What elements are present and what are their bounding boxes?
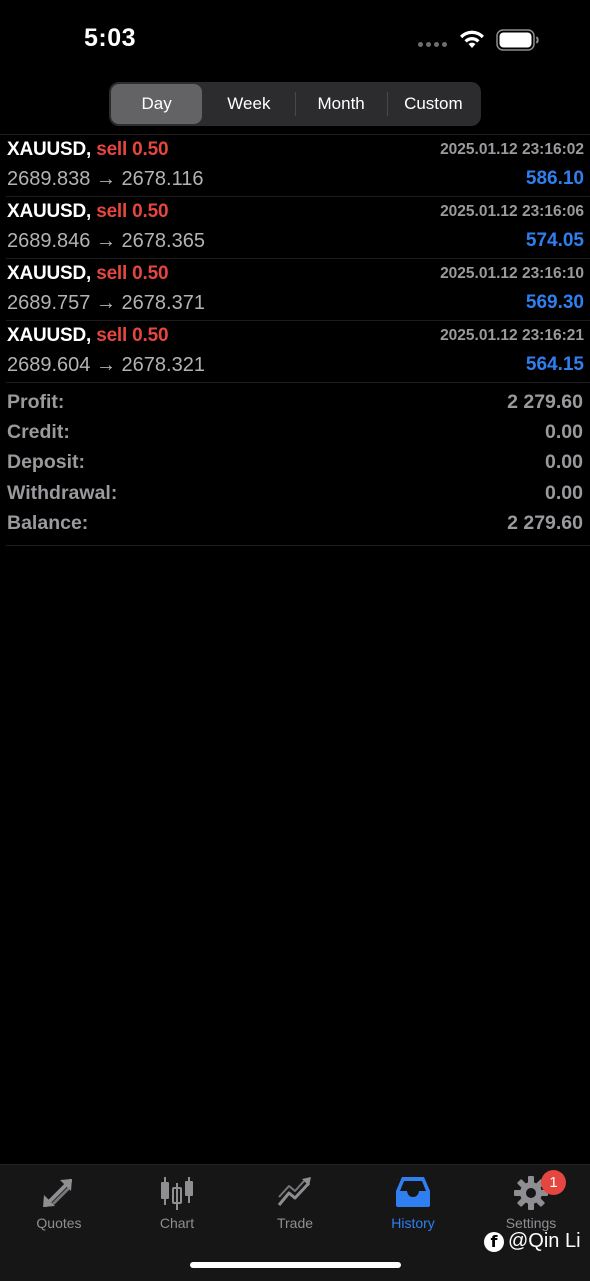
deal-prices: 2689.757 → 2678.371: [7, 292, 205, 315]
summary-row-balance: Balance: 2 279.60: [6, 510, 584, 540]
summary-value: 2 279.60: [507, 511, 583, 534]
battery-icon: [496, 29, 539, 51]
deal-side-volume: sell 0.50: [96, 263, 169, 284]
tab-trade[interactable]: Trade: [236, 1165, 354, 1245]
deal-prices: 2689.846 → 2678.365: [7, 230, 205, 253]
deal-symbol: XAUUSD,: [7, 201, 92, 222]
tab-chart[interactable]: Chart: [118, 1165, 236, 1245]
status-bar: 5:03: [0, 0, 590, 80]
settings-notification-badge: 1: [541, 1170, 566, 1195]
arrow-right-icon: →: [95, 292, 116, 314]
summary-label: Credit:: [7, 421, 70, 444]
arrow-right-icon: →: [95, 168, 116, 190]
tab-label: Trade: [276, 1215, 314, 1231]
deal-title: XAUUSD, sell 0.50: [7, 139, 169, 161]
deal-symbol: XAUUSD,: [7, 325, 92, 346]
quotes-arrows-icon: [43, 1179, 72, 1207]
deal-symbol: XAUUSD,: [7, 263, 92, 284]
summary-label: Balance:: [7, 511, 89, 534]
summary-value: 0.00: [545, 481, 583, 504]
history-inbox-icon: [396, 1177, 430, 1207]
facebook-icon: f: [484, 1231, 504, 1252]
deal-prices: 2689.604 → 2678.321: [7, 354, 205, 377]
deal-symbol: XAUUSD,: [7, 139, 92, 160]
deal-open-price: 2689.846: [7, 230, 91, 252]
arrow-right-icon: →: [95, 354, 116, 376]
tab-quotes[interactable]: Quotes: [0, 1165, 118, 1245]
tab-label: Chart: [159, 1215, 195, 1231]
deal-prices: 2689.838 → 2678.116: [7, 168, 203, 191]
watermark: f @Qin Li: [484, 1230, 581, 1253]
deal-row[interactable]: XAUUSD, sell 0.50 2025.01.12 23:16:06 26…: [6, 197, 590, 259]
segment-month[interactable]: Month: [296, 84, 387, 124]
deal-side-volume: sell 0.50: [96, 325, 169, 346]
tab-label: History: [391, 1215, 435, 1231]
deal-close-price: 2678.116: [121, 168, 204, 190]
deal-open-price: 2689.838: [7, 168, 91, 190]
deal-row[interactable]: XAUUSD, sell 0.50 2025.01.12 23:16:21 26…: [6, 321, 590, 383]
period-segmented-control: Day Week Month Custom: [109, 82, 481, 126]
deal-profit: 574.05: [525, 230, 584, 251]
summary-divider: [6, 545, 590, 546]
deals-list: XAUUSD, sell 0.50 2025.01.12 23:16:02 26…: [0, 135, 590, 383]
deal-open-price: 2689.757: [7, 292, 91, 314]
deal-title: XAUUSD, sell 0.50: [7, 263, 169, 285]
deal-time: 2025.01.12 23:16:10: [440, 265, 584, 282]
deal-close-price: 2678.365: [121, 230, 205, 252]
deal-side-volume: sell 0.50: [96, 139, 169, 160]
candlestick-icon: [161, 1177, 193, 1210]
summary-block: Profit: 2 279.60 Credit: 0.00 Deposit: 0…: [6, 389, 584, 540]
summary-row-deposit: Deposit: 0.00: [6, 449, 584, 479]
deal-title: XAUUSD, sell 0.50: [7, 325, 169, 347]
deal-open-price: 2689.604: [7, 354, 91, 376]
status-time: 5:03: [84, 24, 137, 52]
deal-profit: 564.15: [525, 354, 584, 375]
segment-day[interactable]: Day: [111, 84, 203, 124]
watermark-text: @Qin Li: [508, 1230, 581, 1252]
summary-value: 0.00: [545, 451, 583, 474]
summary-value: 0.00: [545, 421, 583, 444]
deal-close-price: 2678.371: [121, 292, 205, 314]
deal-close-price: 2678.321: [121, 354, 205, 376]
deal-time: 2025.01.12 23:16:21: [440, 327, 584, 344]
cellular-signal-icon: [418, 42, 447, 47]
tab-history[interactable]: History: [354, 1165, 472, 1245]
arrow-right-icon: →: [95, 230, 116, 252]
summary-label: Withdrawal:: [7, 481, 118, 504]
home-indicator[interactable]: [190, 1262, 401, 1268]
summary-value: 2 279.60: [507, 391, 583, 413]
deal-time: 2025.01.12 23:16:06: [440, 203, 584, 220]
deal-time: 2025.01.12 23:16:02: [440, 141, 584, 158]
deal-row[interactable]: XAUUSD, sell 0.50 2025.01.12 23:16:10 26…: [6, 259, 590, 321]
tab-label: Settings: [505, 1215, 557, 1231]
summary-label: Profit:: [7, 391, 65, 413]
deal-profit: 569.30: [525, 292, 584, 313]
segment-week[interactable]: Week: [203, 84, 294, 124]
deal-side-volume: sell 0.50: [96, 201, 169, 222]
summary-row-credit: Credit: 0.00: [6, 419, 584, 449]
tab-label: Quotes: [36, 1215, 82, 1231]
segment-custom[interactable]: Custom: [388, 84, 479, 124]
trade-trend-icon: [277, 1177, 311, 1206]
summary-row-withdrawal: Withdrawal: 0.00: [6, 480, 584, 510]
summary-row-profit: Profit: 2 279.60: [6, 389, 584, 419]
deal-title: XAUUSD, sell 0.50: [7, 201, 169, 223]
deal-row[interactable]: XAUUSD, sell 0.50 2025.01.12 23:16:02 26…: [6, 135, 590, 197]
summary-label: Deposit:: [7, 451, 85, 474]
deal-profit: 586.10: [525, 168, 584, 189]
wifi-icon: [460, 30, 484, 48]
